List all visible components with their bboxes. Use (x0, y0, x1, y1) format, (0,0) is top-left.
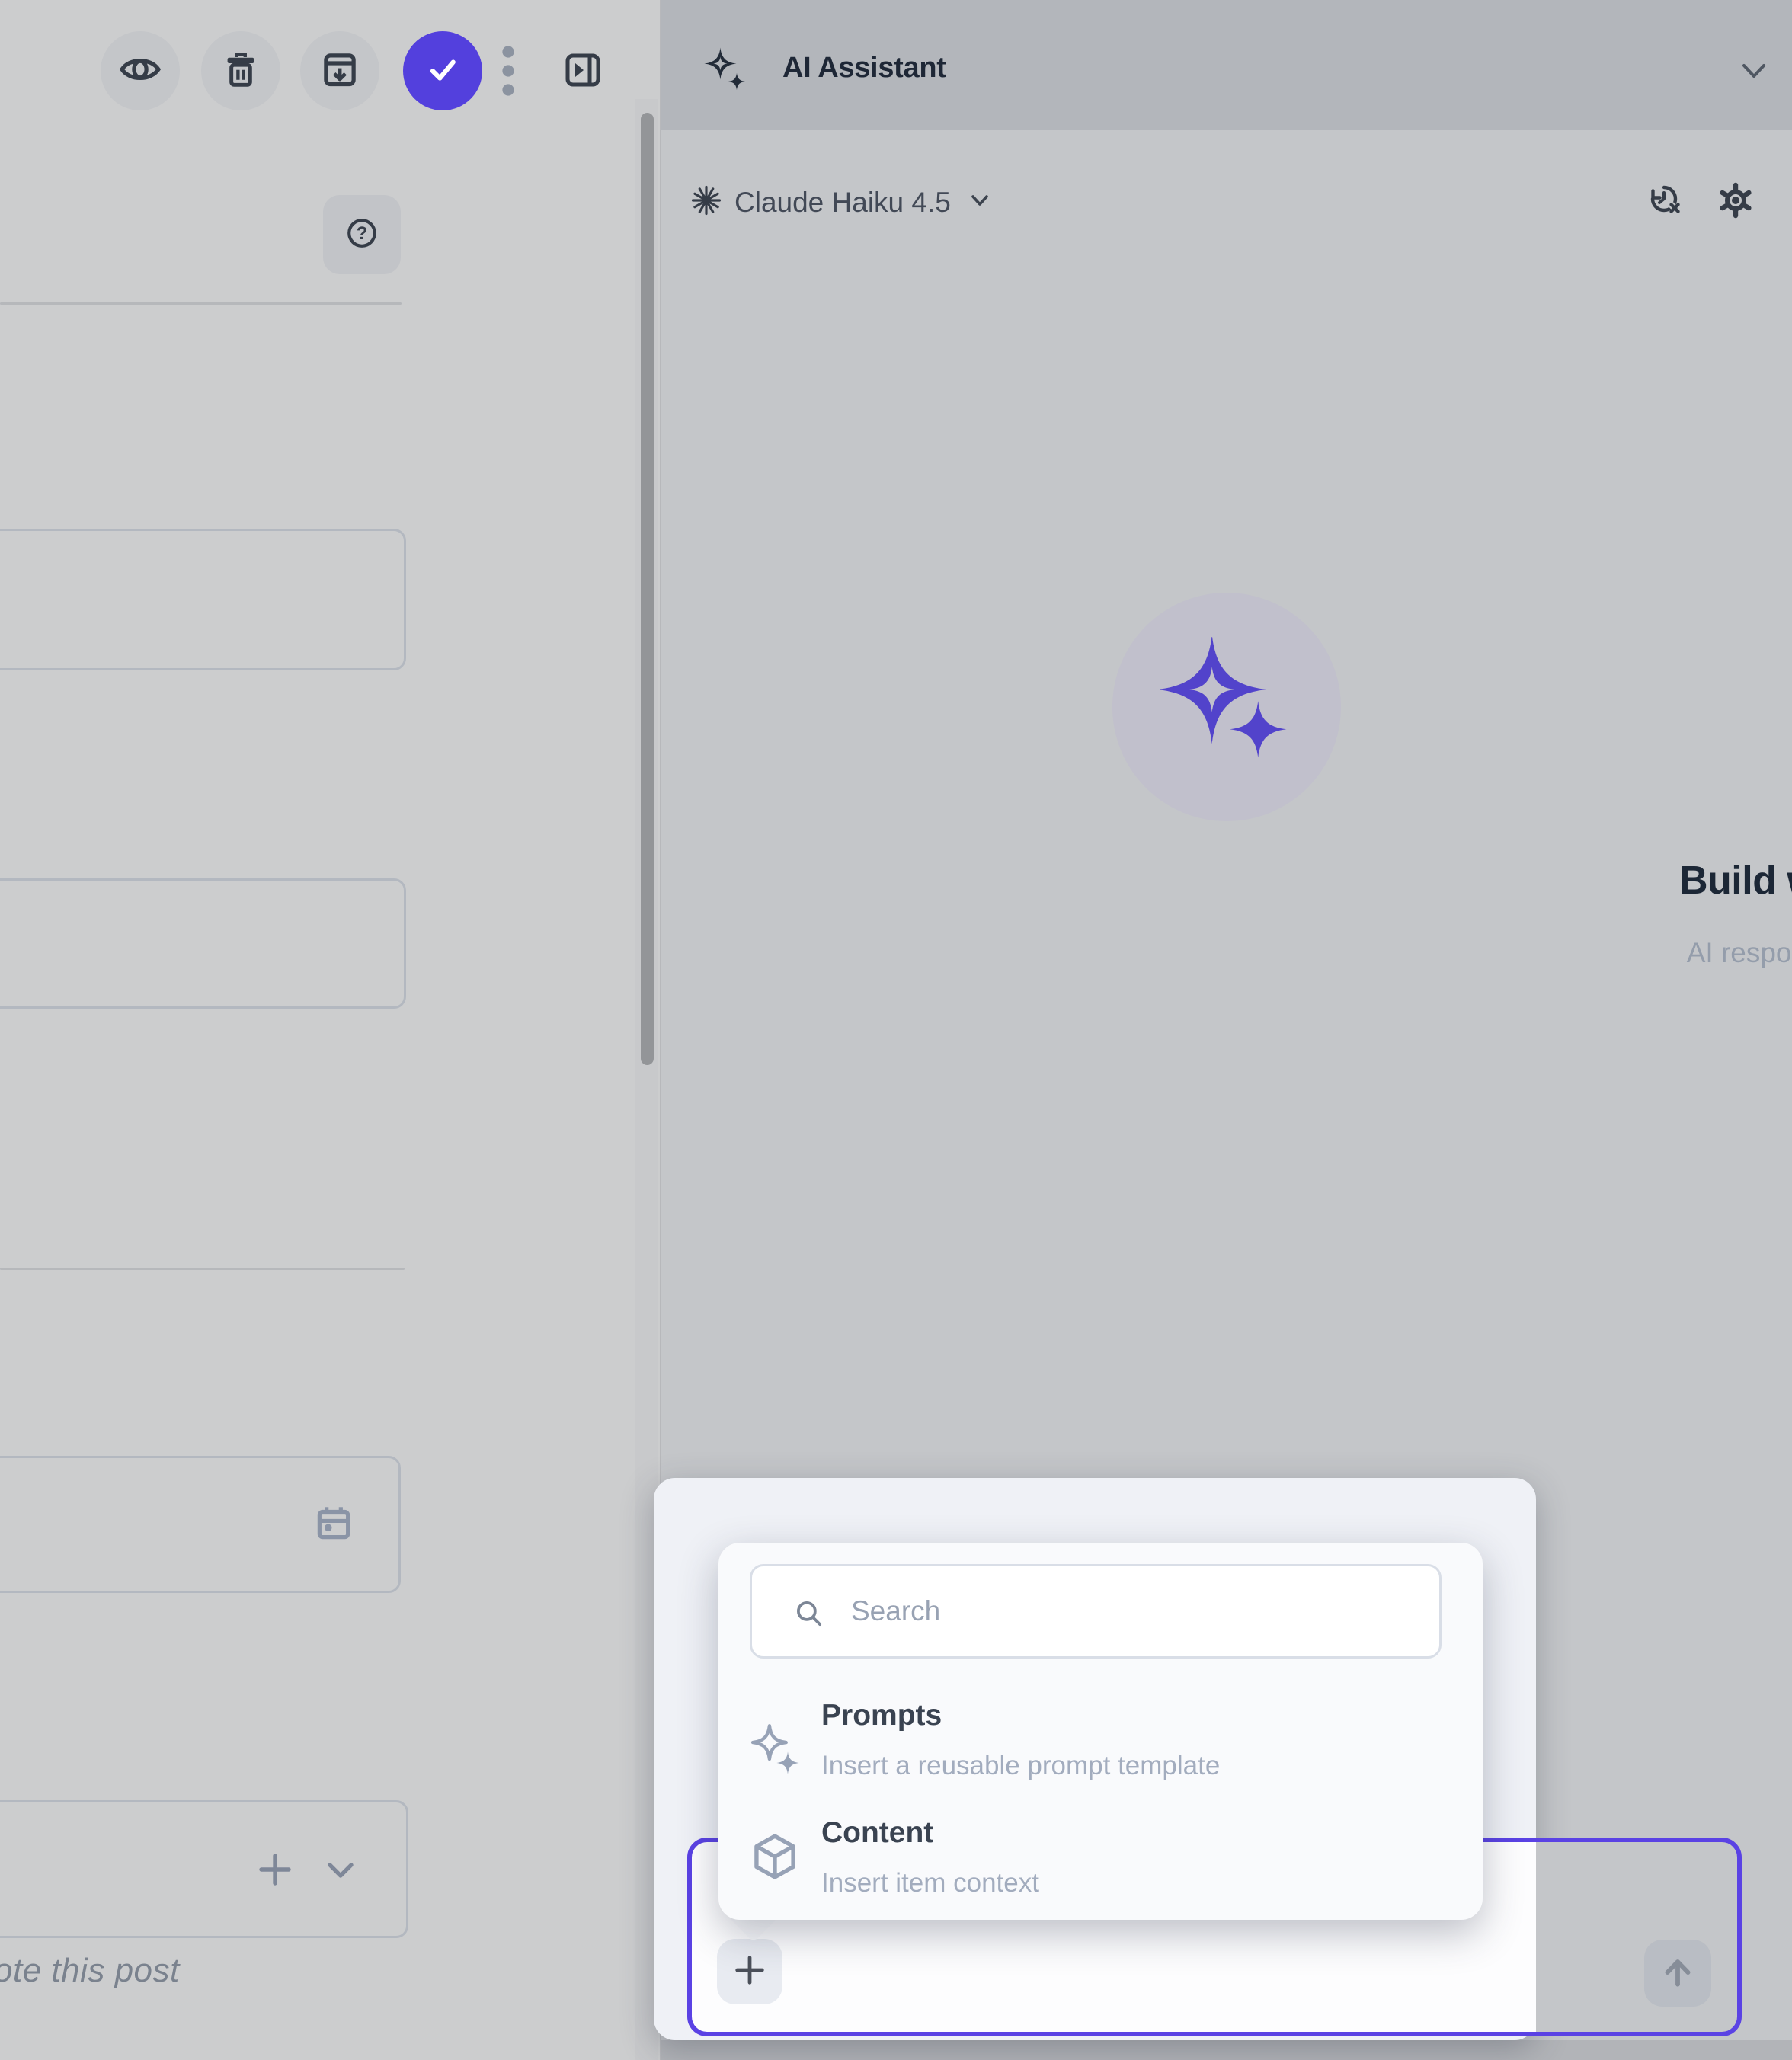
svg-text:?: ? (357, 223, 368, 244)
scrollbar-thumb[interactable] (641, 113, 654, 1065)
app-window: ? ote this post (0, 0, 1792, 2060)
starburst-icon (690, 184, 722, 220)
preview-button[interactable] (101, 31, 180, 110)
chevron-down-icon (324, 1872, 357, 1885)
open-panel-button[interactable] (565, 53, 601, 91)
chevron-down-icon (1739, 74, 1769, 87)
collapse-panel-button[interactable] (1739, 58, 1769, 88)
field-note: ote this post (0, 1952, 180, 1990)
insert-menu-popover: Prompts Insert a reusable prompt templat… (718, 1543, 1483, 1920)
publish-button[interactable] (403, 31, 482, 110)
send-arrow-up-icon (1659, 1953, 1697, 1994)
chevron-down-icon (969, 193, 990, 212)
panel-title: AI Assistant (782, 52, 946, 85)
sparkles-icon (702, 46, 748, 97)
menu-item-prompts[interactable]: Prompts Insert a reusable prompt templat… (718, 1687, 1483, 1809)
assistant-header: AI Assistant (661, 0, 1792, 130)
help-icon: ? (342, 213, 382, 257)
insert-menu-button[interactable] (717, 1939, 782, 2004)
document-pane: ? ote this post (0, 0, 660, 2060)
menu-item-title: Prompts (821, 1699, 942, 1732)
model-row: Claude Haiku 4.5 (661, 175, 1792, 236)
expand-options-button[interactable] (324, 1859, 357, 1886)
calendar-icon (312, 1501, 356, 1549)
plus-icon (257, 1878, 293, 1891)
empty-state-title: Build with AI Assistant (1323, 858, 1792, 904)
model-selector[interactable]: Claude Haiku 4.5 (690, 184, 990, 220)
panel-bottom-edge (661, 2040, 1792, 2060)
sparkles-outline-icon (749, 1724, 801, 1780)
model-name: Claude Haiku 4.5 (734, 187, 951, 219)
clear-history-button[interactable] (1646, 182, 1682, 222)
delete-button[interactable] (201, 31, 280, 110)
check-icon (421, 47, 465, 95)
menu-item-description: Insert item context (821, 1868, 1039, 1898)
panel-right-icon (565, 78, 601, 91)
date-field[interactable] (0, 1456, 401, 1593)
search-input[interactable] (752, 1566, 1439, 1656)
send-button[interactable] (1644, 1940, 1711, 2007)
empty-state-badge (1112, 593, 1341, 821)
unpublish-button[interactable] (300, 31, 379, 110)
gear-icon (1717, 209, 1754, 222)
more-actions-button[interactable] (496, 44, 520, 101)
text-field[interactable] (0, 529, 406, 670)
section-divider (0, 1268, 405, 1270)
menu-item-description: Insert a reusable prompt template (821, 1751, 1220, 1781)
eye-icon (118, 47, 162, 95)
history-clear-icon (1646, 209, 1682, 222)
trash-icon (219, 47, 263, 95)
reference-field[interactable] (0, 1800, 408, 1938)
help-button[interactable]: ? (323, 195, 401, 274)
menu-item-content[interactable]: Content Insert item context (718, 1805, 1483, 1927)
cube-icon (749, 1831, 801, 1886)
search-field[interactable] (750, 1564, 1442, 1659)
sparkles-icon (1160, 637, 1294, 763)
menu-item-title: Content (821, 1816, 933, 1850)
section-divider (0, 302, 402, 305)
add-item-button[interactable] (257, 1851, 293, 1892)
assistant-settings-button[interactable] (1717, 182, 1754, 222)
empty-state-subtitle: AI responses may be inaccurate (1323, 937, 1792, 969)
archive-download-icon (318, 47, 362, 95)
kebab-icon (496, 88, 520, 101)
text-field[interactable] (0, 878, 406, 1009)
plus-icon (732, 1953, 767, 1991)
